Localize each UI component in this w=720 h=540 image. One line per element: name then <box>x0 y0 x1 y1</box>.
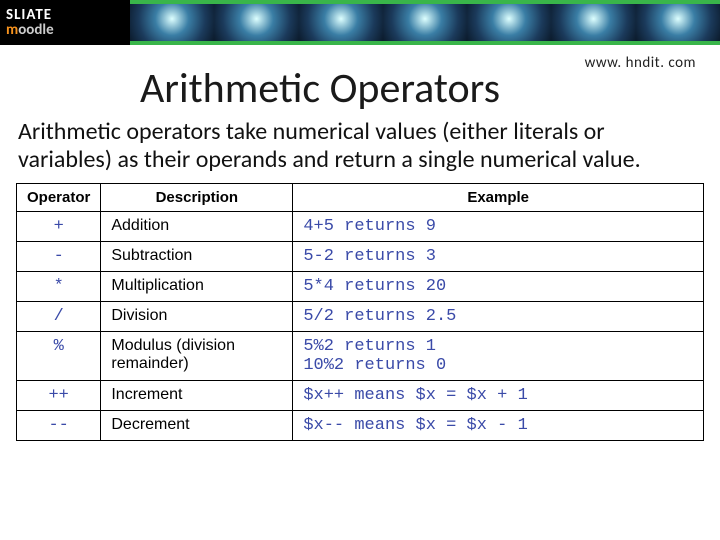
header-banner: SLIATE moodle <box>0 0 720 45</box>
th-operator: Operator <box>17 183 101 211</box>
th-description: Description <box>101 183 293 211</box>
table-row: -Subtraction5-2 returns 3 <box>17 241 704 271</box>
banner-orb-5 <box>467 4 551 41</box>
description-cell: Addition <box>101 211 293 241</box>
description-cell: Modulus (division remainder) <box>101 331 293 380</box>
table-row: +Addition4+5 returns 9 <box>17 211 704 241</box>
banner-orb-7 <box>636 4 720 41</box>
operator-cell: -- <box>17 410 101 440</box>
example-cell: 5*4 returns 20 <box>293 271 704 301</box>
table-row: --Decrement$x-- means $x = $x - 1 <box>17 410 704 440</box>
description-cell: Decrement <box>101 410 293 440</box>
banner-orb-3 <box>299 4 383 41</box>
example-cell: $x++ means $x = $x + 1 <box>293 380 704 410</box>
description-cell: Division <box>101 301 293 331</box>
banner-orb-4 <box>383 4 467 41</box>
site-url: www. hndit. com <box>585 54 696 72</box>
logo-block: SLIATE moodle <box>0 0 130 45</box>
banner-orb-6 <box>551 4 635 41</box>
description-cell: Increment <box>101 380 293 410</box>
logo-line2a: m <box>6 21 18 39</box>
example-cell: 5-2 returns 3 <box>293 241 704 271</box>
logo-line2: moodle <box>6 23 54 38</box>
operator-cell: + <box>17 211 101 241</box>
banner-orb-2 <box>214 4 298 41</box>
table-row: *Multiplication5*4 returns 20 <box>17 271 704 301</box>
banner-image-strip <box>130 0 720 45</box>
operator-cell: ++ <box>17 380 101 410</box>
operator-cell: / <box>17 301 101 331</box>
table-header-row: Operator Description Example <box>17 183 704 211</box>
description-cell: Subtraction <box>101 241 293 271</box>
example-cell: 4+5 returns 9 <box>293 211 704 241</box>
description-cell: Multiplication <box>101 271 293 301</box>
operators-table: Operator Description Example +Addition4+… <box>16 183 704 441</box>
table-row: /Division5/2 returns 2.5 <box>17 301 704 331</box>
table-row: ++Increment$x++ means $x = $x + 1 <box>17 380 704 410</box>
operator-cell: % <box>17 331 101 380</box>
operator-cell: * <box>17 271 101 301</box>
banner-orb-1 <box>130 4 214 41</box>
th-example: Example <box>293 183 704 211</box>
example-cell: 5/2 returns 2.5 <box>293 301 704 331</box>
table-row: %Modulus (division remainder)5%2 returns… <box>17 331 704 380</box>
logo-line2b: oodle <box>18 21 53 39</box>
description-text: Arithmetic operators take numerical valu… <box>0 114 720 183</box>
example-cell: $x-- means $x = $x - 1 <box>293 410 704 440</box>
operators-table-wrap: Operator Description Example +Addition4+… <box>0 183 720 451</box>
example-cell: 5%2 returns 1 10%2 returns 0 <box>293 331 704 380</box>
operator-cell: - <box>17 241 101 271</box>
